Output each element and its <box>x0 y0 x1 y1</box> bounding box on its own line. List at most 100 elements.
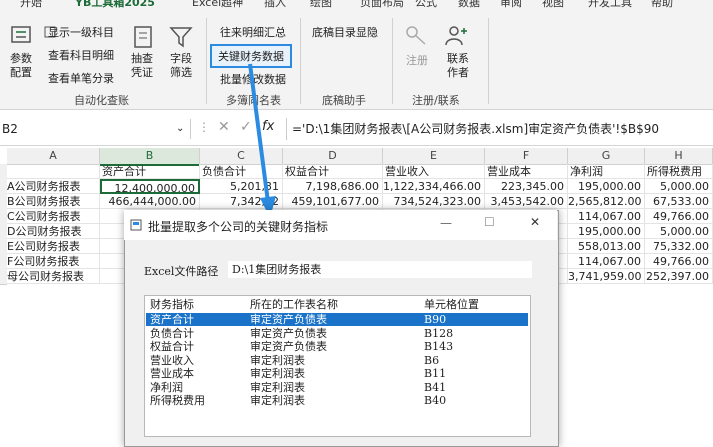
list-item-cell: 审定利润表 <box>250 367 305 380</box>
table-cell[interactable]: 49,766.00 <box>645 254 713 269</box>
path-input[interactable]: D:\1集团财务报表 <box>228 261 532 278</box>
column-title-cell[interactable]: 净利润 <box>568 164 645 179</box>
tab-review[interactable]: 审阅 <box>500 0 522 10</box>
table-cell[interactable]: 2,565,812.00 <box>568 194 645 209</box>
tab-page-layout[interactable]: 页面布局 <box>360 0 404 10</box>
table-cell[interactable]: 母公司财务报表 <box>7 269 100 284</box>
list-item-cell: B143 <box>424 340 454 353</box>
table-cell[interactable]: A公司财务报表 <box>7 179 100 194</box>
column-header-f[interactable]: F <box>485 148 568 165</box>
formula-input[interactable]: ='D:\1集团财务报表\[A公司财务报表.xlsm]审定资产负债表'!$B$9… <box>292 119 659 139</box>
row-header[interactable] <box>0 269 7 285</box>
list-item[interactable]: 净利润 审定利润表 B41 <box>146 381 528 394</box>
list-item[interactable]: 营业收入 审定利润表 B6 <box>146 354 528 367</box>
field-filter-button[interactable]: 字段 筛选 <box>164 52 198 80</box>
column-title-cell[interactable]: 所得税费用 <box>645 164 713 179</box>
tab-developer[interactable]: 开发工具 <box>588 0 632 10</box>
contact-author-button[interactable]: 联系 作者 <box>442 52 474 80</box>
column-title-cell[interactable]: 营业成本 <box>485 164 568 179</box>
row-header[interactable] <box>0 164 7 180</box>
detail-summary-button[interactable]: 往来明细汇总 <box>220 24 286 40</box>
table-cell[interactable]: E公司财务报表 <box>7 239 100 254</box>
tab-home[interactable]: 开始 <box>20 0 42 10</box>
minimize-button[interactable]: — <box>440 216 452 230</box>
table-cell[interactable]: 252,397.00 <box>645 269 713 284</box>
table-cell[interactable]: F公司财务报表 <box>7 254 100 269</box>
list-item[interactable]: 营业成本 审定利润表 B11 <box>146 367 528 380</box>
list-item-cell: 权益合计 <box>150 340 194 353</box>
column-header-h[interactable]: H <box>645 148 713 165</box>
table-cell[interactable]: 459,101,677.00 <box>283 194 383 209</box>
name-box-value: B2 <box>2 122 18 136</box>
table-cell[interactable]: 3,453,542.00 <box>485 194 568 209</box>
table-cell[interactable]: 7,198,686.00 <box>283 179 383 194</box>
group-auto-audit: 自动化查账 <box>74 94 129 107</box>
row-header[interactable] <box>0 209 7 225</box>
list-item-cell: B6 <box>424 353 440 367</box>
table-cell[interactable]: B公司财务报表 <box>7 194 100 209</box>
table-cell[interactable]: C公司财务报表 <box>7 209 100 224</box>
show-level1-button[interactable]: 显示一级科目 <box>48 24 114 40</box>
close-button[interactable]: ✕ <box>530 215 540 229</box>
list-item-cell: 审定资产负债表 <box>250 313 327 326</box>
cancel-icon[interactable]: ✕ <box>218 119 230 135</box>
column-header-g[interactable]: G <box>568 148 645 165</box>
tab-data[interactable]: 数据 <box>458 0 480 10</box>
table-cell[interactable]: 114,067.00 <box>568 209 645 224</box>
table-cell[interactable]: 114,067.00 <box>568 254 645 269</box>
table-cell[interactable]: 466,444,000.00 <box>100 194 200 209</box>
column-title-cell[interactable]: 权益合计 <box>283 164 383 179</box>
group-divider <box>392 18 393 104</box>
row-header[interactable] <box>0 194 7 210</box>
row-header[interactable] <box>0 179 7 195</box>
row-header[interactable] <box>0 254 7 270</box>
table-cell[interactable]: 195,000.00 <box>568 179 645 194</box>
row-header[interactable] <box>0 224 7 240</box>
list-item[interactable]: 负债合计 审定资产负债表 B128 <box>146 327 528 340</box>
table-cell[interactable]: 49,766.00 <box>645 209 713 224</box>
extract-voucher-button[interactable]: 抽查 凭证 <box>126 52 158 80</box>
tab-insert[interactable]: 插入 <box>264 0 286 10</box>
table-cell[interactable]: 12,400,000.00 <box>100 179 200 194</box>
tab-view[interactable]: 视图 <box>542 0 564 10</box>
table-cell[interactable]: 223,345.00 <box>485 179 568 194</box>
tab-help[interactable]: 帮助 <box>651 0 673 10</box>
column-header-e[interactable]: E <box>383 148 485 165</box>
tab-formulas[interactable]: 公式 <box>415 0 437 10</box>
table-cell[interactable]: 75,332.00 <box>645 239 713 254</box>
chevron-down-icon[interactable]: ⌄ <box>176 119 184 139</box>
tab-yb-toolbox[interactable]: YB工具箱2025 <box>75 0 155 10</box>
column-title-cell[interactable] <box>7 164 100 179</box>
list-item-cell: 所得税费用 <box>150 394 205 407</box>
table-cell[interactable]: 67,533.00 <box>645 194 713 209</box>
column-title-cell[interactable]: 营业收入 <box>383 164 485 179</box>
list-item[interactable]: 资产合计 审定资产负债表 B90 <box>146 313 528 326</box>
register-button[interactable]: 注册 <box>402 54 432 68</box>
tab-excel-super[interactable]: Excel超神 <box>192 0 243 10</box>
list-item[interactable]: 所得税费用 审定利润表 B40 <box>146 394 528 407</box>
view-voucher-button[interactable]: 查看单笔分录 <box>48 70 114 86</box>
list-header-cell: 单元格位置 <box>424 298 479 311</box>
maximize-button[interactable]: ☐ <box>484 215 495 229</box>
view-detail-button[interactable]: 查看科目明细 <box>48 47 114 63</box>
table-cell[interactable]: 195,000.00 <box>568 224 645 239</box>
param-config-button[interactable]: 参数 配置 <box>4 52 38 80</box>
draft-toc-button[interactable]: 底稿目录显隐 <box>312 24 378 40</box>
table-cell[interactable]: 1,122,334,466.00 <box>383 179 485 194</box>
column-header-d[interactable]: D <box>283 148 383 165</box>
list-item-cell: 资产合计 <box>150 313 194 326</box>
group-divider <box>488 18 489 104</box>
list-item[interactable]: 权益合计 审定资产负债表 B143 <box>146 340 528 353</box>
table-cell[interactable]: 558,013.00 <box>568 239 645 254</box>
tab-draw[interactable]: 绘图 <box>310 0 332 10</box>
table-cell[interactable]: 734,524,323.00 <box>383 194 485 209</box>
row-header[interactable] <box>0 239 7 255</box>
table-cell[interactable]: D公司财务报表 <box>7 224 100 239</box>
column-title-cell[interactable]: 资产合计 <box>100 164 200 179</box>
group-draft-helper: 底稿助手 <box>322 94 366 107</box>
table-cell[interactable]: 5,000.00 <box>645 224 713 239</box>
table-cell[interactable]: 3,741,959.00 <box>568 269 645 284</box>
column-header-a[interactable]: A <box>7 148 100 165</box>
table-cell[interactable]: 5,000.00 <box>645 179 713 194</box>
name-box[interactable]: B2 ⌄ <box>0 119 191 139</box>
